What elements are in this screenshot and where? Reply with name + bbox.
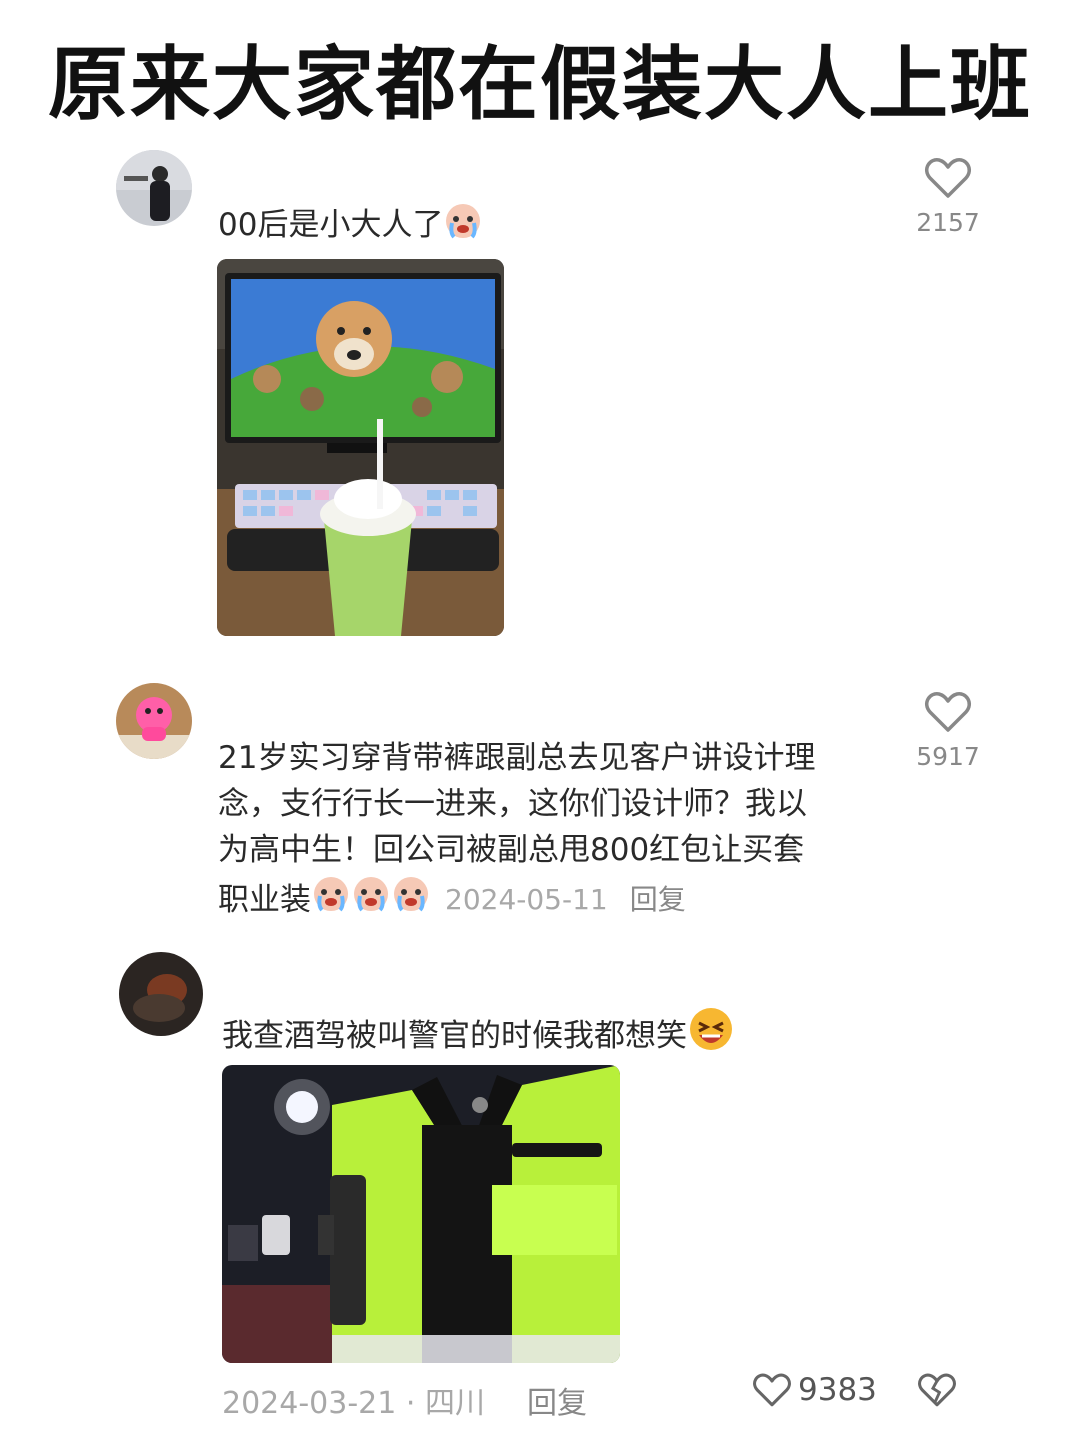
dislike-button[interactable] — [917, 1372, 957, 1416]
crying-face-emoji — [391, 873, 431, 926]
like-button[interactable]: 5917 — [908, 690, 988, 771]
avatar[interactable] — [116, 683, 192, 759]
like-count: 9383 — [798, 1372, 877, 1408]
like-count: 5917 — [916, 742, 980, 771]
crying-face-emoji — [443, 200, 483, 253]
crying-face-emoji — [351, 873, 391, 926]
reply-button[interactable]: 回复 — [527, 1378, 587, 1422]
laughing-face-emoji — [687, 1005, 735, 1066]
like-button[interactable]: 9383 — [752, 1372, 877, 1408]
comment-text: 我查酒驾被叫警官的时候我都想笑 — [222, 1005, 735, 1066]
avatar[interactable] — [116, 150, 192, 226]
like-count: 2157 — [916, 208, 980, 237]
comment-text: 00后是小大人了 — [218, 200, 483, 253]
comment-image-desk[interactable] — [217, 259, 504, 636]
heart-outline-icon — [925, 158, 971, 198]
comment-footer: 2024-03-21 · 四川 回复 9383 — [222, 1372, 982, 1422]
page-title: 原来大家都在假装大人上班 — [48, 38, 1032, 131]
comment-image-police-vest[interactable] — [222, 1065, 620, 1363]
comment-date: 2024-05-11 — [445, 882, 608, 916]
reply-button[interactable]: 回复 — [630, 877, 686, 923]
comment-text: 21岁实习穿背带裤跟副总去见客户讲设计理 念，支行行长一进来，这你们设计师？我以… — [218, 735, 908, 926]
broken-heart-icon — [918, 1373, 956, 1407]
avatar[interactable] — [119, 952, 203, 1036]
crying-face-emoji — [311, 873, 351, 926]
heart-outline-icon — [925, 692, 971, 732]
comment-date: 2024-03-21 · 四川 — [222, 1386, 485, 1421]
like-button[interactable]: 2157 — [908, 156, 988, 237]
heart-outline-icon — [753, 1373, 791, 1407]
